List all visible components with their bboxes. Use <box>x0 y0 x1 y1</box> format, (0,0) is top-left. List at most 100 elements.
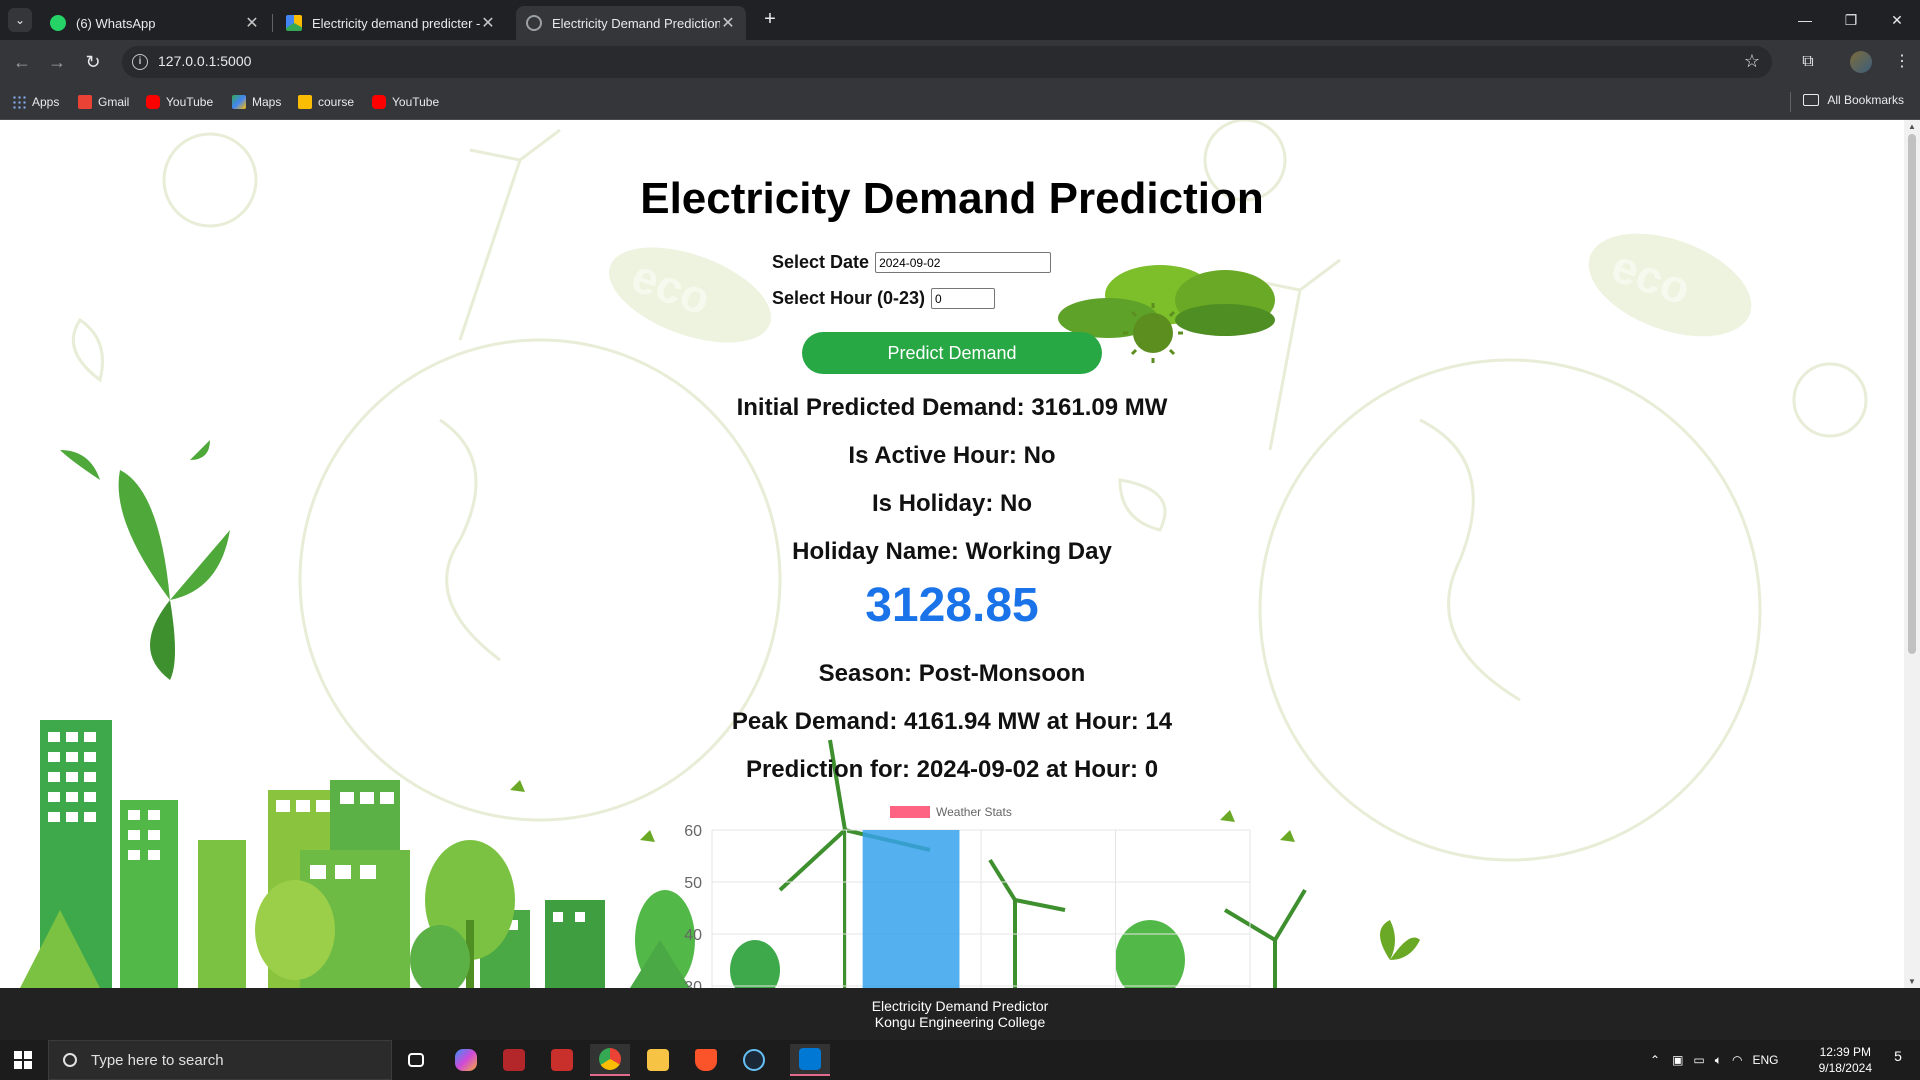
reload-icon[interactable]: ↻ <box>81 50 105 74</box>
tab-whatsapp[interactable]: (6) WhatsApp ✕ <box>40 6 270 40</box>
footer-line-1: Electricity Demand Predictor <box>871 998 1049 1014</box>
url-text[interactable]: 127.0.0.1:5000 <box>158 53 251 69</box>
bookmarks-divider <box>1790 92 1791 112</box>
language-indicator[interactable]: ENG <box>1752 1053 1778 1067</box>
scroll-down-arrow-icon[interactable]: ▼ <box>1907 977 1917 986</box>
globe-icon <box>526 15 542 31</box>
bookmark-label: YouTube <box>392 95 440 109</box>
maps-icon <box>232 95 246 109</box>
notification-center-icon[interactable]: 5 <box>1886 1048 1910 1072</box>
initial-predicted-demand: Initial Predicted Demand: 3161.09 MW <box>736 394 1168 421</box>
extensions-puzzle-icon[interactable]: ⧉ <box>1796 50 1820 74</box>
close-icon[interactable]: ✕ <box>720 13 736 33</box>
season: Season: Post-Monsoon <box>818 660 1086 687</box>
tab-title: (6) WhatsApp <box>76 15 156 31</box>
task-view-icon[interactable] <box>396 1044 436 1076</box>
bookmark-youtube-2[interactable]: YouTube <box>372 93 439 111</box>
system-clock[interactable]: 12:39 PM 9/18/2024 <box>1819 1044 1872 1076</box>
tab-title: Electricity demand predicter - G <box>312 15 480 31</box>
page-content: Electricity Demand Prediction Select Dat… <box>0 120 1904 988</box>
game-app-2-icon[interactable] <box>542 1044 582 1076</box>
y-tick-label: 50 <box>684 875 702 892</box>
bookmarks-bar: Apps Gmail YouTube Maps course YouTube A… <box>0 84 1920 120</box>
address-bar[interactable]: i 127.0.0.1:5000 ☆ <box>122 46 1772 78</box>
hour-label: Select Hour (0-23) <box>772 288 926 308</box>
date-form-row: Select Date <box>772 252 1052 273</box>
folder-icon <box>1803 94 1820 106</box>
footer-line-2: Kongu Engineering College <box>874 1014 1046 1030</box>
bookmark-maps[interactable]: Maps <box>232 93 281 111</box>
close-icon[interactable]: ✕ <box>244 13 260 33</box>
back-arrow-icon[interactable]: ← <box>10 50 34 74</box>
bookmark-course[interactable]: course <box>298 93 354 111</box>
tab-electricity-demand-prediction[interactable]: Electricity Demand Prediction ✕ <box>516 6 746 40</box>
volume-icon[interactable]: 🔈︎ <box>1715 1053 1722 1068</box>
site-info-icon[interactable]: i <box>132 54 148 70</box>
clock-time: 12:39 PM <box>1819 1045 1871 1059</box>
copilot-icon[interactable] <box>446 1044 486 1076</box>
browser-toolbar: ← → ↻ i 127.0.0.1:5000 ☆ ⧉ ⋮ <box>0 40 1920 84</box>
tray-overflow-chevron-icon[interactable]: ⌃ <box>1650 1053 1660 1067</box>
menu-kebab-icon[interactable]: ⋮ <box>1890 50 1914 74</box>
scroll-up-arrow-icon[interactable]: ▲ <box>1907 122 1917 131</box>
course-icon <box>298 95 312 109</box>
search-placeholder: Type here to search <box>91 1051 224 1069</box>
all-bookmarks-button[interactable]: All Bookmarks <box>1803 93 1904 107</box>
game-app-icon[interactable] <box>494 1044 534 1076</box>
restore-icon[interactable]: ❐ <box>1828 0 1874 40</box>
is-active-hour: Is Active Hour: No <box>848 442 1056 469</box>
bookmark-gmail[interactable]: Gmail <box>78 93 129 111</box>
system-tray: ⌃ ▣ ▭ 🔈︎ ◠ ENG <box>1650 1040 1778 1080</box>
bookmark-apps[interactable]: Apps <box>12 93 59 111</box>
tab-electricity-predicter-drive[interactable]: Electricity demand predicter - G ✕ <box>276 6 506 40</box>
hour-input[interactable] <box>931 288 996 309</box>
all-bookmarks-label: All Bookmarks <box>1827 93 1904 107</box>
bookmark-youtube[interactable]: YouTube <box>146 93 213 111</box>
is-holiday: Is Holiday: No <box>871 490 1033 517</box>
page-title: Electricity Demand Prediction <box>640 174 1264 223</box>
page-viewport: eco eco Electricity Demand Prediction Se… <box>0 120 1904 988</box>
new-tab-plus-icon[interactable]: + <box>758 8 782 32</box>
date-input[interactable] <box>875 252 1052 273</box>
legend-label: Weather Stats <box>936 805 1012 819</box>
wifi-icon[interactable]: ◠ <box>1732 1053 1742 1067</box>
date-label: Select Date <box>772 252 870 272</box>
battery-icon[interactable]: ▭ <box>1693 1053 1704 1067</box>
peak-demand: Peak Demand: 4161.94 MW at Hour: 14 <box>731 708 1173 735</box>
steam-icon[interactable] <box>734 1044 774 1076</box>
bookmark-label: Apps <box>32 95 60 109</box>
windows-start-button[interactable] <box>0 1040 46 1080</box>
close-icon[interactable]: ✕ <box>480 13 496 33</box>
window-close-icon[interactable]: ✕ <box>1874 0 1920 40</box>
predict-demand-button[interactable]: Predict Demand <box>802 332 1102 374</box>
apps-grid-icon <box>12 95 26 109</box>
file-explorer-icon[interactable] <box>638 1044 678 1076</box>
profile-avatar[interactable] <box>1850 51 1872 73</box>
bookmark-label: Gmail <box>98 95 130 109</box>
holiday-name: Holiday Name: Working Day <box>792 538 1112 565</box>
meet-now-icon[interactable]: ▣ <box>1672 1053 1683 1067</box>
windows-taskbar: Type here to search ⌃ ▣ ▭ 🔈︎ ◠ ENG 12:39… <box>0 1040 1920 1080</box>
bookmark-label: YouTube <box>166 95 214 109</box>
page-scrollbar[interactable]: ▲ ▼ <box>1904 120 1920 988</box>
prediction-for: Prediction for: 2024-09-02 at Hour: 0 <box>745 756 1159 783</box>
clock-date: 9/18/2024 <box>1818 1061 1872 1075</box>
tab-search-chevron-icon[interactable]: ⌄ <box>8 8 32 32</box>
chrome-icon[interactable] <box>590 1044 630 1076</box>
google-drive-icon <box>286 15 302 31</box>
y-tick-label: 30 <box>684 979 702 988</box>
bookmark-star-icon[interactable]: ☆ <box>1744 51 1760 72</box>
notification-count: 5 <box>1894 1048 1902 1064</box>
adjusted-demand-value: 3128.85 <box>865 579 1039 632</box>
weather-stats-chart: Weather Stats 60 50 40 30 <box>684 805 1251 988</box>
minimize-icon[interactable]: — <box>1782 0 1828 40</box>
tab-title: Electricity Demand Prediction <box>552 15 720 31</box>
brave-browser-icon[interactable] <box>686 1044 726 1076</box>
y-tick-label: 60 <box>684 823 702 840</box>
youtube-icon <box>146 95 160 109</box>
windows-logo-icon <box>14 1051 32 1069</box>
forward-arrow-icon[interactable]: → <box>45 50 69 74</box>
vscode-icon[interactable] <box>790 1044 830 1076</box>
taskbar-search-input[interactable]: Type here to search <box>48 1040 392 1080</box>
scrollbar-thumb[interactable] <box>1908 134 1916 654</box>
